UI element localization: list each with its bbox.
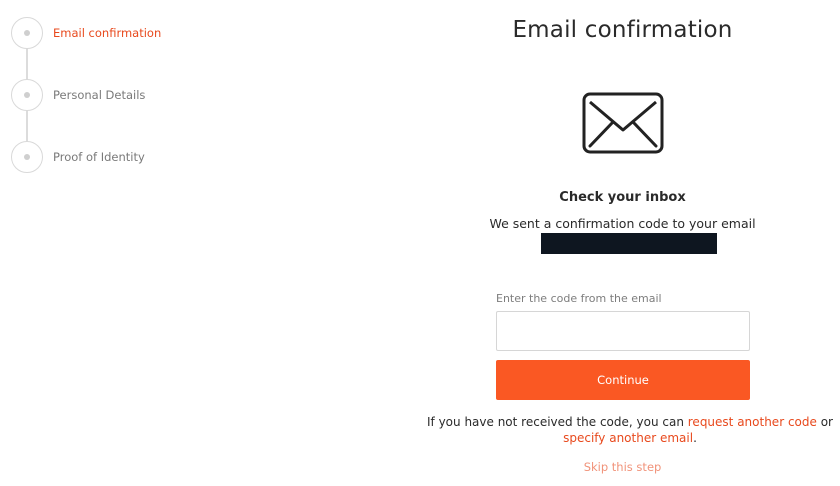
specify-another-email-link[interactable]: specify another email (563, 431, 693, 445)
step-proof-of-identity[interactable]: Proof of Identity (11, 141, 145, 173)
request-another-code-link[interactable]: request another code (688, 415, 817, 429)
confirmation-code-input[interactable] (496, 311, 750, 351)
step-indicator-circle (11, 79, 43, 111)
resend-prefix-text: If you have not received the code, you c… (427, 415, 688, 429)
skip-step-link[interactable]: Skip this step (420, 460, 825, 474)
step-indicator-circle (11, 17, 43, 49)
step-indicator-circle (11, 141, 43, 173)
step-personal-details[interactable]: Personal Details (11, 79, 145, 111)
email-confirmation-page: Email confirmation Personal Details Proo… (0, 0, 840, 486)
resend-code-message: If you have not received the code, you c… (420, 414, 840, 446)
check-inbox-heading: Check your inbox (559, 190, 686, 205)
step-label: Email confirmation (53, 26, 162, 40)
redacted-email-address (541, 233, 717, 254)
continue-button[interactable]: Continue (496, 360, 750, 400)
step-dot-icon (24, 30, 30, 36)
step-dot-icon (24, 92, 30, 98)
step-label: Proof of Identity (53, 150, 145, 164)
step-email-confirmation[interactable]: Email confirmation (11, 17, 161, 49)
step-label: Personal Details (53, 88, 146, 102)
step-dot-icon (24, 154, 30, 160)
code-field-label: Enter the code from the email (496, 292, 662, 305)
sent-code-message: We sent a confirmation code to your emai… (489, 216, 756, 231)
page-title: Email confirmation (512, 17, 733, 43)
resend-suffix-text: . (693, 431, 697, 445)
resend-middle-text: or (816, 415, 833, 429)
envelope-icon (582, 92, 664, 154)
